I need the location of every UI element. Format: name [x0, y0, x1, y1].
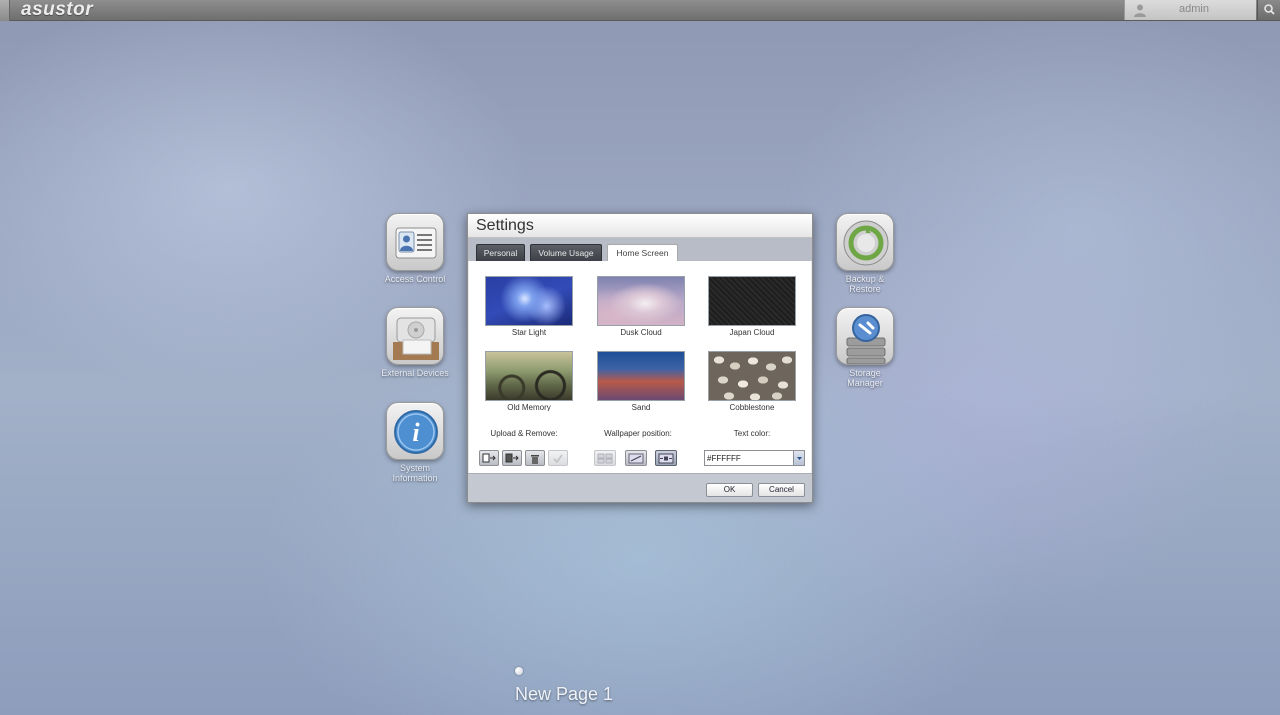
remove-wallpaper-button[interactable] — [525, 450, 545, 466]
storage-manager-icon — [836, 307, 894, 365]
external-devices-icon — [386, 307, 444, 365]
system-information-icon: i — [386, 402, 444, 460]
text-color-input[interactable] — [707, 452, 792, 464]
tab-bar: Personal Volume Usage Home Screen — [468, 238, 812, 262]
stretch-icon — [628, 453, 644, 464]
user-menu[interactable]: admin — [1124, 0, 1256, 20]
wallpaper-caption: Japan Cloud — [729, 328, 775, 337]
center-icon — [658, 453, 674, 464]
settings-dialog: Settings Personal Volume Usage Home Scre… — [467, 213, 813, 503]
cancel-button[interactable]: Cancel — [758, 483, 805, 497]
text-color-label: Text color: — [733, 429, 771, 438]
dialog-footer: OK Cancel — [468, 473, 812, 502]
app-backup-restore[interactable]: Backup & Restore — [820, 213, 910, 294]
brand-logo: asustor — [21, 0, 94, 20]
wallpaper-dusk-cloud[interactable]: Dusk Cloud — [597, 276, 685, 337]
wallpaper-star-light[interactable]: Star Light — [485, 276, 573, 337]
wallpaper-caption: Star Light — [511, 328, 547, 337]
upload-remove-label: Upload & Remove: — [490, 429, 558, 438]
wallpaper-thumbnail — [485, 276, 573, 326]
text-color-dropdown[interactable] — [793, 451, 804, 465]
text-color-select[interactable] — [704, 450, 805, 466]
search-button[interactable] — [1257, 0, 1280, 20]
checkmark-icon — [553, 454, 563, 464]
app-system-information[interactable]: i System Information — [370, 402, 460, 483]
tab-volume-usage[interactable]: Volume Usage — [530, 244, 602, 261]
upload-wallpaper-button[interactable] — [479, 450, 499, 466]
wallpaper-thumbnail — [485, 351, 573, 401]
app-label: Access Control — [384, 274, 446, 284]
wallpaper-gallery: Star Light Dusk Cloud Japan Cloud Old Me… — [469, 261, 811, 412]
wallpaper-options: Upload & Remove: Wallpaper position: Tex… — [469, 411, 811, 473]
dialog-titlebar[interactable]: Settings — [468, 214, 812, 238]
page-indicator-dot[interactable] — [515, 667, 523, 675]
tile-icon — [597, 453, 613, 464]
wallpaper-thumbnail — [597, 351, 685, 401]
wallpaper-sand[interactable]: Sand — [597, 351, 685, 412]
backup-restore-icon — [836, 213, 894, 271]
chevron-down-icon — [797, 457, 802, 460]
tab-personal[interactable]: Personal — [476, 244, 525, 261]
ok-button[interactable]: OK — [706, 483, 753, 497]
top-bar: asustor admin — [0, 0, 1280, 21]
trash-icon — [531, 455, 539, 464]
wallpaper-japan-cloud[interactable]: Japan Cloud — [708, 276, 796, 337]
wallpaper-thumbnail — [708, 276, 796, 326]
app-storage-manager[interactable]: Storage Manager — [820, 307, 910, 388]
app-external-devices[interactable]: External Devices — [370, 307, 460, 378]
dialog-title: Settings — [476, 217, 534, 234]
app-label: Backup & Restore — [845, 274, 885, 294]
upload-icon — [482, 453, 496, 463]
username-label: admin — [1179, 3, 1209, 15]
position-tile-button[interactable] — [594, 450, 616, 466]
wallpaper-cobblestone[interactable]: Cobblestone — [708, 351, 796, 412]
taskbar-toggle[interactable] — [0, 0, 10, 21]
wallpaper-caption: Dusk Cloud — [620, 328, 662, 337]
position-center-button[interactable] — [655, 450, 677, 466]
export-icon — [505, 453, 519, 463]
search-icon — [1264, 4, 1275, 15]
app-label: Storage Manager — [847, 368, 883, 388]
app-label: System Information — [392, 463, 438, 483]
wallpaper-position-label: Wallpaper position: — [604, 429, 672, 438]
svg-text:i: i — [412, 418, 420, 447]
apply-wallpaper-button[interactable] — [548, 450, 568, 466]
download-wallpaper-button[interactable] — [502, 450, 522, 466]
access-control-icon — [386, 213, 444, 271]
position-stretch-button[interactable] — [625, 450, 647, 466]
wallpaper-thumbnail — [708, 351, 796, 401]
wallpaper-old-memory[interactable]: Old Memory — [485, 351, 573, 412]
page-label: New Page 1 — [515, 684, 614, 704]
app-label: External Devices — [381, 368, 449, 378]
app-access-control[interactable]: Access Control — [370, 213, 460, 284]
tab-home-screen[interactable]: Home Screen — [607, 244, 678, 262]
wallpaper-thumbnail — [597, 276, 685, 326]
